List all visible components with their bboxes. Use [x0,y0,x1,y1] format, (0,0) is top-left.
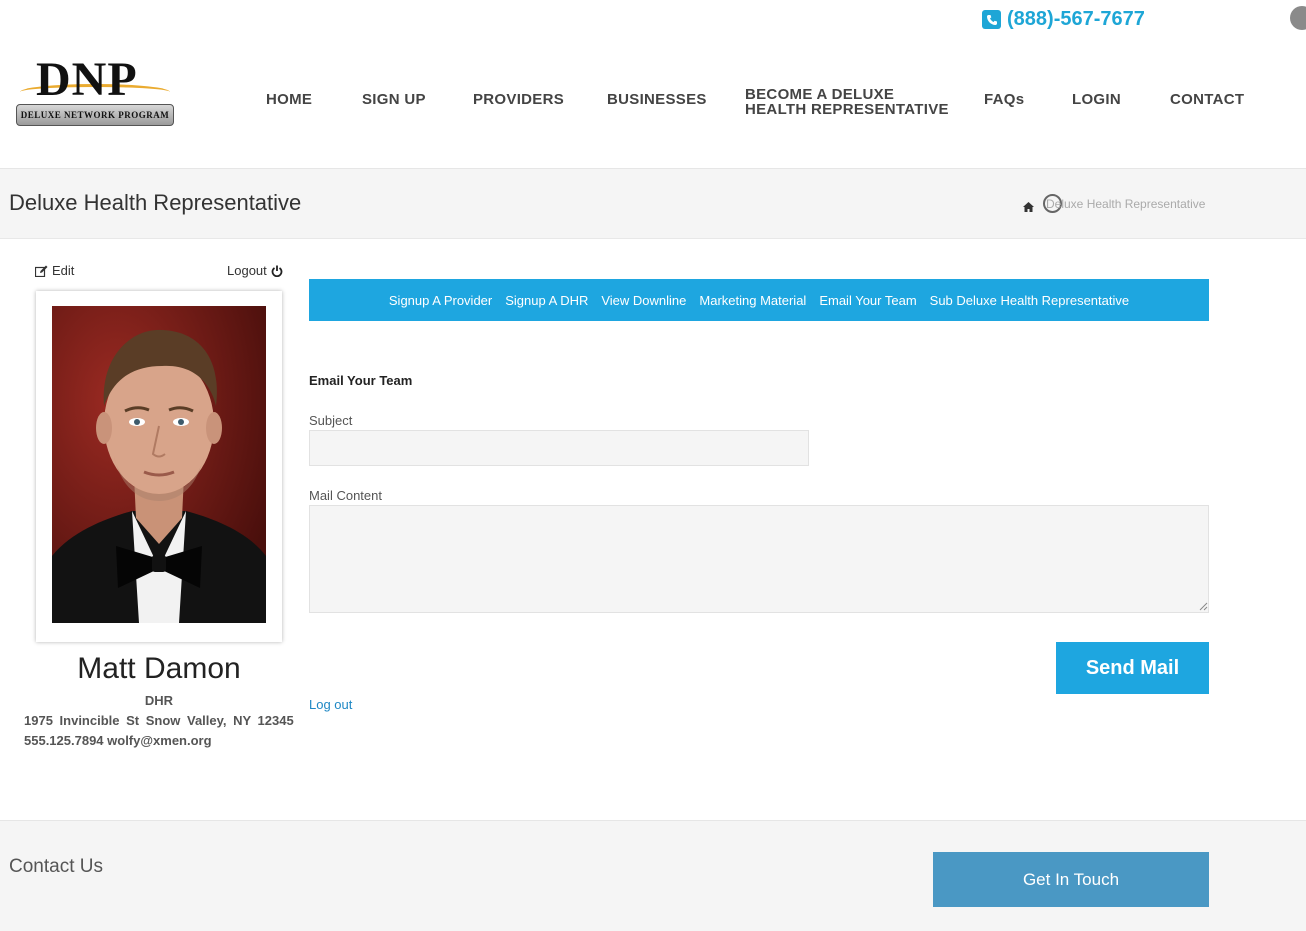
nav-faqs[interactable]: FAQs [984,92,1024,107]
footer-title: Contact Us [9,856,103,877]
nav-home[interactable]: HOME [266,92,312,107]
send-mail-button[interactable]: Send Mail [1056,642,1209,694]
logo-subtitle: DELUXE NETWORK PROGRAM [16,104,174,126]
tab-signup-dhr[interactable]: Signup A DHR [505,293,588,308]
tab-view-downline[interactable]: View Downline [601,293,686,308]
page-title: Deluxe Health Representative [9,190,302,215]
subject-label: Subject [309,413,353,428]
nav-businesses[interactable]: BUSINESSES [607,92,707,107]
profile-photo-frame [36,291,282,642]
logout-link[interactable]: Logout [227,263,283,278]
profile-photo [52,306,266,623]
edit-profile-link[interactable]: Edit [35,263,74,278]
mail-content-label: Mail Content [309,488,382,503]
twitter-icon[interactable] [1290,6,1306,30]
nav-become-dhr-line1[interactable]: BECOME A DELUXE [745,87,894,102]
breadcrumb-current: Deluxe Health Representative [1046,197,1206,211]
tab-marketing-material[interactable]: Marketing Material [699,293,806,308]
power-icon [271,265,283,277]
tab-email-your-team[interactable]: Email Your Team [819,293,916,308]
profile-address: 1975 Invincible St Snow Valley, NY 12345 [24,713,294,728]
site-logo[interactable]: DNP DELUXE NETWORK PROGRAM [16,56,176,128]
logout-bottom-link[interactable]: Log out [309,697,352,712]
profile-contact: 555.125.7894 wolfy@xmen.org [24,733,212,748]
page-title-band: Deluxe Health Representative Deluxe Heal… [0,169,1306,239]
logo-text: DNP [36,53,138,106]
mail-content-textarea[interactable] [309,505,1209,613]
get-in-touch-button[interactable]: Get In Touch [933,852,1209,907]
nav-providers[interactable]: PROVIDERS [473,92,564,107]
profile-name: Matt Damon [77,652,241,685]
phone-icon [982,10,1001,29]
form-heading: Email Your Team [309,373,413,388]
subject-input[interactable] [309,430,809,466]
resize-grip-icon[interactable] [1199,602,1208,611]
phone-contact[interactable]: (888)-567-7677 [982,8,1145,31]
nav-login[interactable]: LOGIN [1072,92,1121,107]
nav-become-dhr-line2[interactable]: HEALTH REPRESENTATIVE [745,102,949,117]
footer: Contact Us Get In Touch [0,820,1306,931]
dhr-tab-bar: Signup A Provider Signup A DHR View Down… [309,279,1209,321]
phone-number[interactable]: (888)-567-7677 [1007,8,1145,31]
nav-contact[interactable]: CONTACT [1170,92,1244,107]
profile-role: DHR [144,693,174,708]
edit-icon [35,265,48,277]
tab-sub-dhr[interactable]: Sub Deluxe Health Representative [930,293,1129,308]
home-icon[interactable] [1023,199,1034,212]
logout-label: Logout [227,263,267,278]
tab-signup-provider[interactable]: Signup A Provider [389,293,492,308]
edit-label: Edit [52,263,75,278]
nav-sign-up[interactable]: SIGN UP [362,92,426,107]
